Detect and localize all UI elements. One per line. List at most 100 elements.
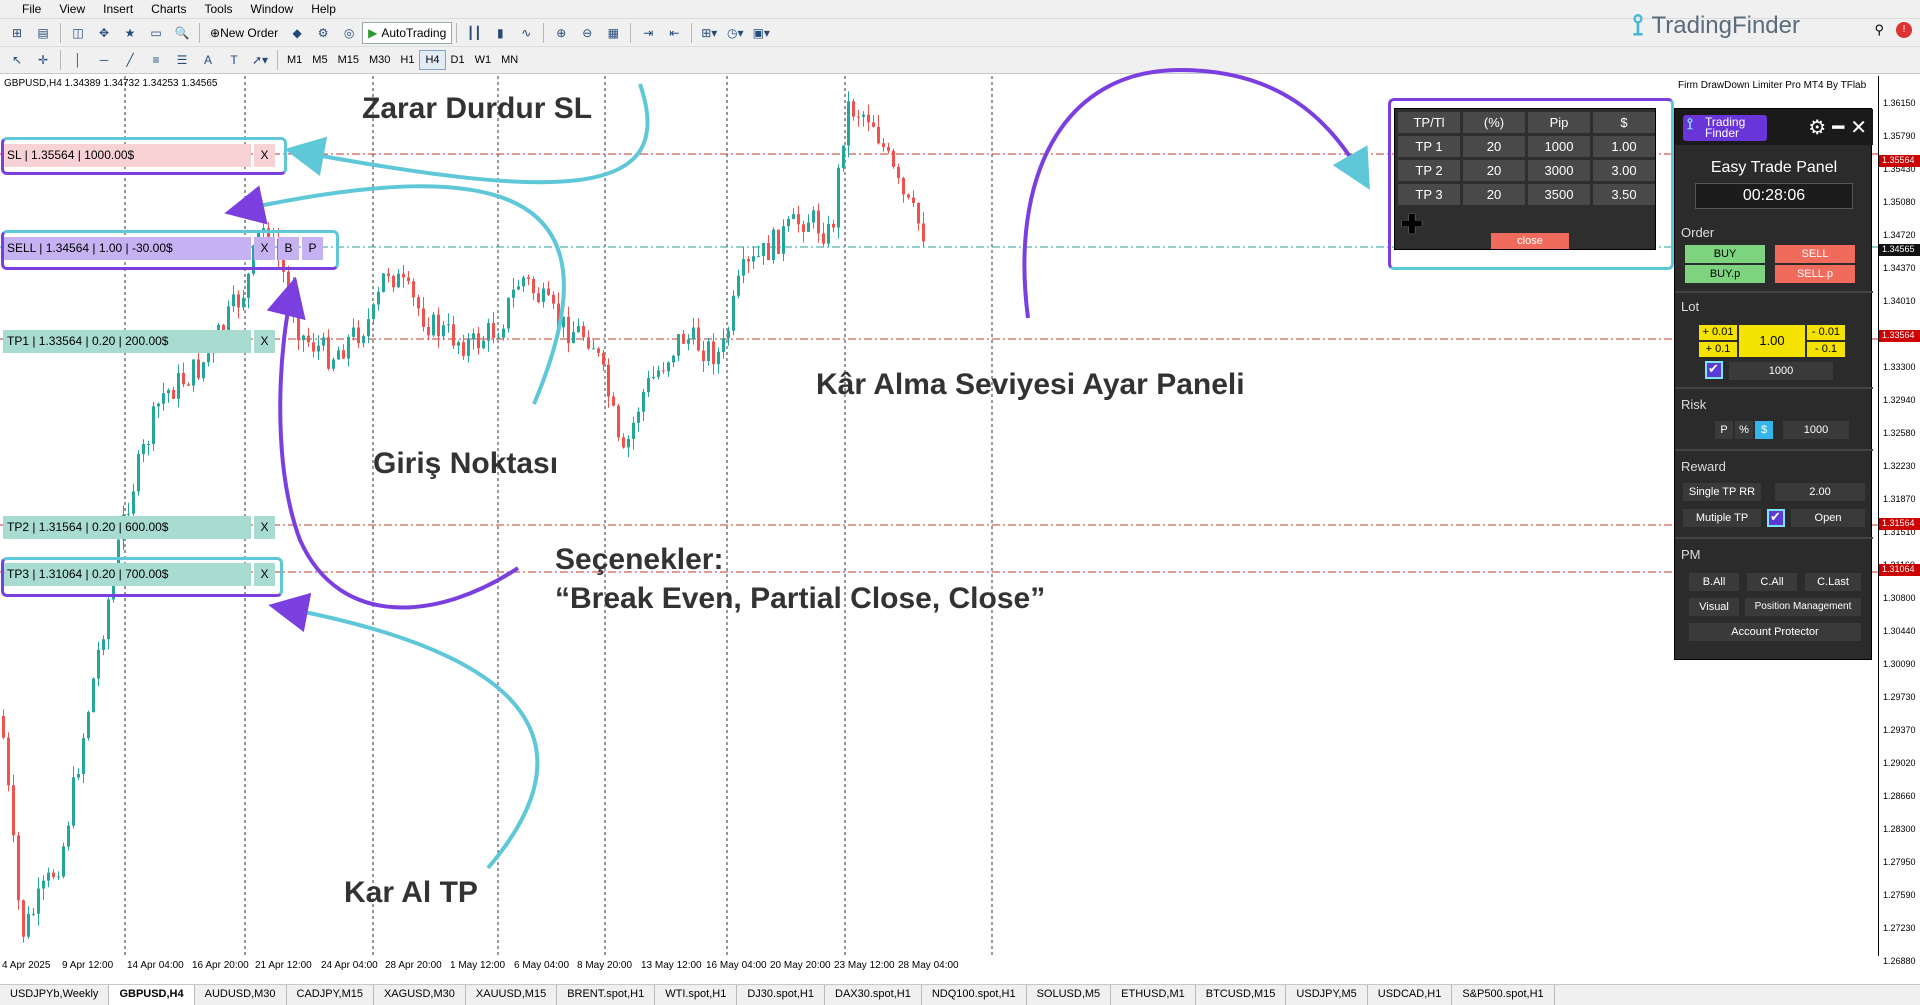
lot-value-input[interactable]: 1.00 <box>1739 325 1805 357</box>
chart-tab[interactable]: SOLUSD,M5 <box>1027 985 1112 1005</box>
chart-tab[interactable]: ETHUSD,M1 <box>1111 985 1196 1005</box>
tile-windows-icon[interactable]: ▦ <box>602 22 624 44</box>
new-order-button[interactable]: ⊕ New Order <box>206 22 282 44</box>
chart-tab[interactable]: WTI.spot,H1 <box>655 985 738 1005</box>
tp-percent-input[interactable]: 20 <box>1463 160 1525 181</box>
lot-minus-001-button[interactable]: - 0.01 <box>1807 325 1845 340</box>
templates-icon[interactable]: ▣▾ <box>750 22 772 44</box>
new-chart-icon[interactable]: ⊞ <box>6 22 28 44</box>
bar-chart-icon[interactable]: ┃┃ <box>463 22 485 44</box>
periods-icon[interactable]: ◷▾ <box>724 22 746 44</box>
chart-tab[interactable]: USDJPY,M5 <box>1286 985 1368 1005</box>
lot-amount-input[interactable]: 1000 <box>1729 362 1833 380</box>
menu-view[interactable]: View <box>50 0 94 18</box>
tf-m15[interactable]: M15 <box>333 50 364 70</box>
close-icon[interactable]: ✕ <box>1850 115 1867 140</box>
text-label-icon[interactable]: T <box>223 49 245 71</box>
fibonacci-icon[interactable]: ☰ <box>171 49 193 71</box>
position-management-button[interactable]: Position Management <box>1745 598 1861 616</box>
visual-button[interactable]: Visual <box>1689 598 1739 616</box>
tp-dollar-input[interactable]: 1.00 <box>1593 136 1655 157</box>
tf-w1[interactable]: W1 <box>470 50 497 70</box>
tf-m30[interactable]: M30 <box>364 50 395 70</box>
risk-dollar-button[interactable]: $ <box>1755 421 1773 439</box>
navigator-icon[interactable]: ★ <box>119 22 141 44</box>
tf-d1[interactable]: D1 <box>446 50 470 70</box>
tp-percent-input[interactable]: 20 <box>1463 136 1525 157</box>
tp-close-button[interactable]: close <box>1491 233 1569 249</box>
tp-pip-input[interactable]: 1000 <box>1528 136 1590 157</box>
chart-tab[interactable]: XAUUSD,M15 <box>466 985 558 1005</box>
search-icon[interactable]: ⚲ <box>1874 22 1884 38</box>
indicators-icon[interactable]: ⊞▾ <box>698 22 720 44</box>
chart-tab[interactable]: BTCUSD,M15 <box>1196 985 1287 1005</box>
risk-value-input[interactable]: 1000 <box>1783 421 1849 439</box>
menu-window[interactable]: Window <box>242 0 303 18</box>
chart-tab[interactable]: USDJPYb,Weekly <box>0 985 110 1005</box>
autotrading-button[interactable]: ▶ AutoTrading <box>362 21 453 44</box>
lot-plus-01-button[interactable]: + 0.1 <box>1699 342 1737 357</box>
chart-tab[interactable]: GBPUSD,H4 <box>109 985 195 1005</box>
menu-tools[interactable]: Tools <box>196 0 242 18</box>
sell-pending-button[interactable]: SELL.p <box>1775 265 1855 283</box>
tester-icon[interactable]: 🔍 <box>171 22 193 44</box>
menu-file[interactable]: File <box>0 0 50 18</box>
close-all-button[interactable]: C.All <box>1747 573 1797 591</box>
breakeven-all-button[interactable]: B.All <box>1689 573 1739 591</box>
candlestick-icon[interactable]: ▮ <box>489 22 511 44</box>
chart-tab[interactable]: USDCAD,H1 <box>1368 985 1453 1005</box>
menu-help[interactable]: Help <box>302 0 345 18</box>
metaeditor-icon[interactable]: ◆ <box>286 22 308 44</box>
multiple-tp-checkbox[interactable] <box>1767 509 1785 527</box>
signals-icon[interactable]: ⚙ <box>312 22 334 44</box>
risk-points-button[interactable]: P <box>1715 421 1733 439</box>
tp1-line-bar[interactable]: TP1 | 1.33564 | 0.20 | 200.00$ X <box>3 330 275 353</box>
chart-shift-icon[interactable]: ⇤ <box>663 22 685 44</box>
lot-mode-checkbox[interactable] <box>1705 361 1723 379</box>
chart-tab[interactable]: XAGUSD,M30 <box>374 985 466 1005</box>
gear-icon[interactable]: ⚙ <box>1808 115 1826 140</box>
minimize-icon[interactable]: ━ <box>1832 115 1844 140</box>
market-watch-icon[interactable]: ◫ <box>67 22 89 44</box>
tf-h4[interactable]: H4 <box>419 50 446 70</box>
buy-button[interactable]: BUY <box>1685 245 1765 263</box>
tp-percent-input[interactable]: 20 <box>1463 184 1525 205</box>
sell-button[interactable]: SELL <box>1775 245 1855 263</box>
tp-dollar-input[interactable]: 3.00 <box>1593 160 1655 181</box>
chart-tab[interactable]: BRENT.spot,H1 <box>557 985 656 1005</box>
crosshair-icon[interactable]: ✛ <box>32 49 54 71</box>
vps-icon[interactable]: ◎ <box>338 22 360 44</box>
autoscroll-icon[interactable]: ⇥ <box>637 22 659 44</box>
tp-open-button[interactable]: Open <box>1791 509 1865 527</box>
chart-tab[interactable]: S&P500.spot,H1 <box>1452 985 1555 1005</box>
lot-minus-01-button[interactable]: - 0.1 <box>1807 342 1845 357</box>
chart-tab[interactable]: AUDUSD,M30 <box>195 985 287 1005</box>
risk-percent-button[interactable]: % <box>1735 421 1753 439</box>
tp2-close-button[interactable]: X <box>254 516 275 539</box>
zoom-out-icon[interactable]: ⊖ <box>576 22 598 44</box>
horizontal-line-icon[interactable]: ─ <box>93 49 115 71</box>
menu-insert[interactable]: Insert <box>94 0 142 18</box>
arrows-icon[interactable]: ➚▾ <box>249 49 271 71</box>
tf-m5[interactable]: M5 <box>307 50 332 70</box>
notifications-icon[interactable]: ! <box>1896 22 1912 38</box>
price-axis[interactable]: 1.36150 1.35790 1.35430 1.35080 1.34720 1.343… <box>1878 76 1920 966</box>
tf-m1[interactable]: M1 <box>282 50 307 70</box>
buy-pending-button[interactable]: BUY.p <box>1685 265 1765 283</box>
multiple-tp-button[interactable]: Mutiple TP <box>1683 509 1761 527</box>
rr-value-input[interactable]: 2.00 <box>1775 483 1865 501</box>
single-tp-rr-button[interactable]: Single TP RR <box>1683 483 1761 501</box>
menu-charts[interactable]: Charts <box>142 0 195 18</box>
cursor-icon[interactable]: ↖ <box>6 49 28 71</box>
chart-tab[interactable]: NDQ100.spot,H1 <box>922 985 1027 1005</box>
chart-tab[interactable]: DAX30.spot,H1 <box>825 985 922 1005</box>
tf-mn[interactable]: MN <box>496 50 523 70</box>
tp1-close-button[interactable]: X <box>254 330 275 353</box>
zoom-in-icon[interactable]: ⊕ <box>550 22 572 44</box>
chart-tab[interactable]: DJ30.spot,H1 <box>737 985 825 1005</box>
lot-plus-001-button[interactable]: + 0.01 <box>1699 325 1737 340</box>
close-last-button[interactable]: C.Last <box>1805 573 1861 591</box>
chart-tab[interactable]: CADJPY,M15 <box>287 985 374 1005</box>
tf-h1[interactable]: H1 <box>395 50 419 70</box>
tp-pip-input[interactable]: 3000 <box>1528 160 1590 181</box>
